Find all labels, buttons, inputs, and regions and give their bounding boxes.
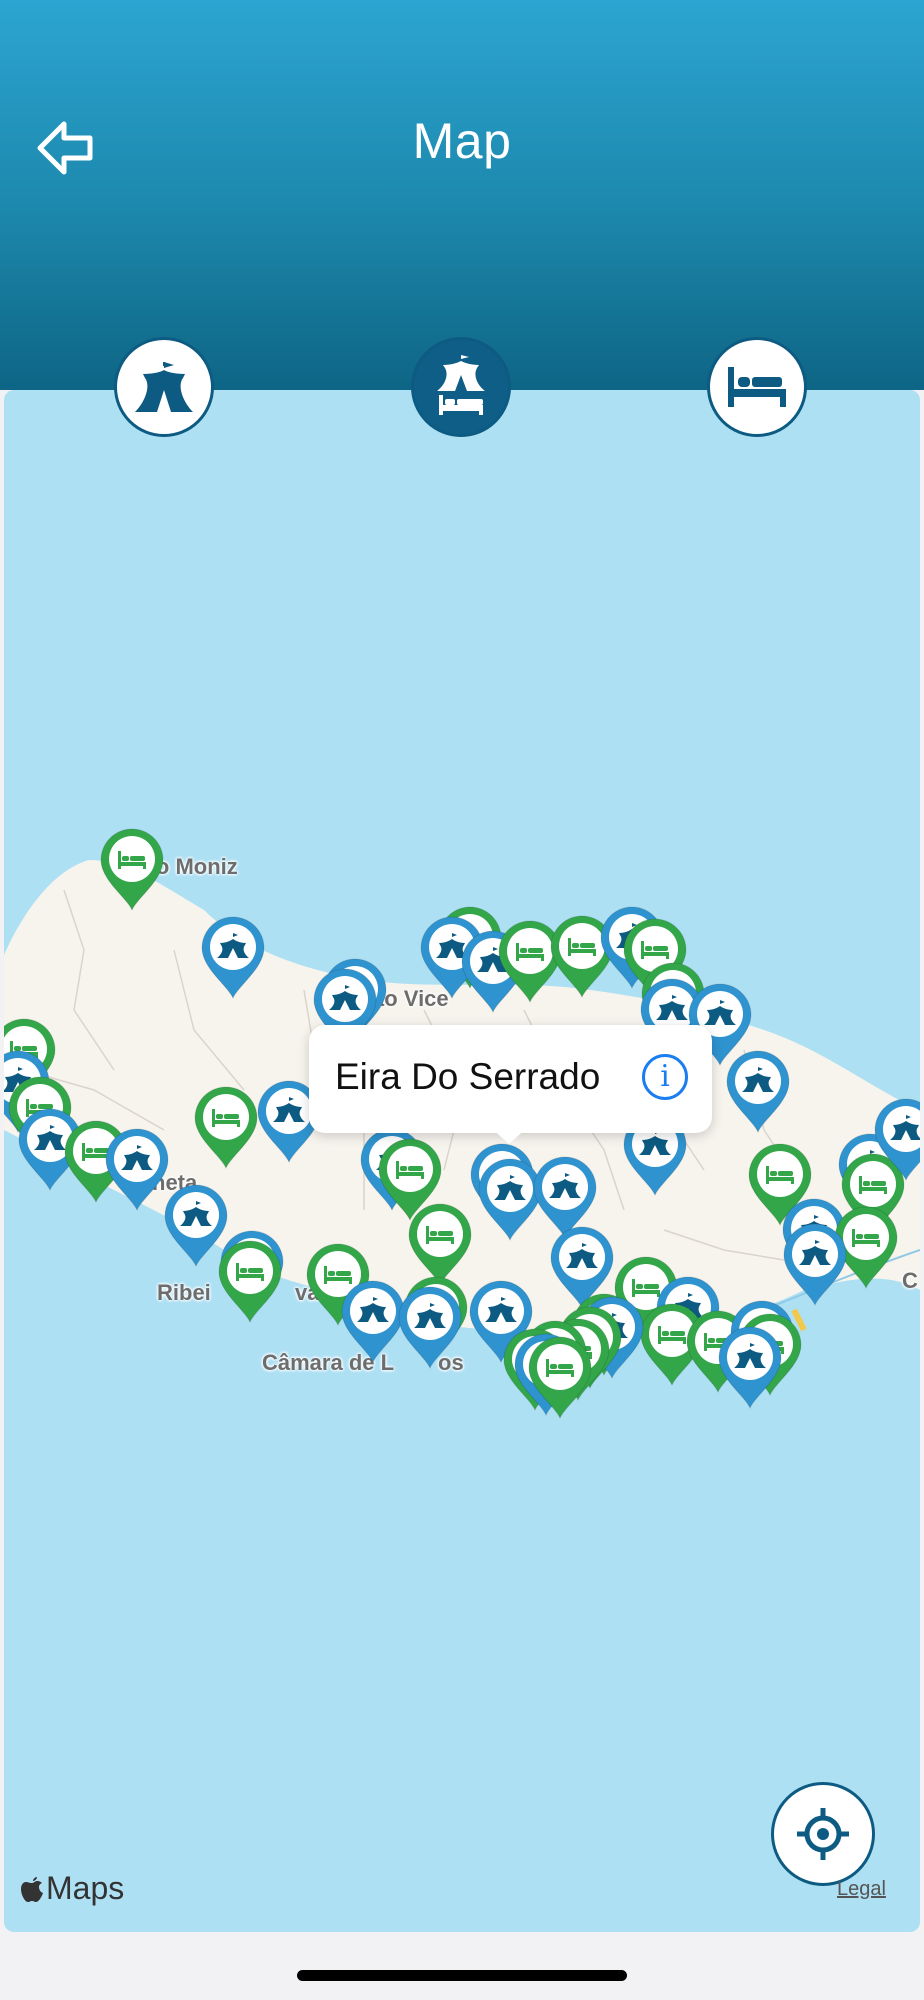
camping-pin[interactable] (104, 1128, 170, 1212)
filter-all-button[interactable] (411, 337, 511, 437)
filter-camping-button[interactable] (114, 337, 214, 437)
callout-title: Eira Do Serrado (335, 1056, 601, 1097)
tent-pin-icon (105, 1128, 169, 1212)
lodging-pin[interactable] (407, 1203, 473, 1287)
maps-attribution: Maps (20, 1870, 124, 1907)
lodging-pin[interactable] (527, 1336, 593, 1420)
map-label: Ribei (157, 1280, 211, 1305)
bed-pin-icon (218, 1240, 282, 1324)
camping-pin[interactable] (725, 1050, 791, 1134)
maps-logo-text: Maps (46, 1870, 125, 1906)
tent-pin-icon (726, 1050, 790, 1134)
map-view[interactable]: rto Moniz ão Vice na heta Ribei va Câmar… (4, 390, 920, 1932)
camping-pin[interactable] (782, 1223, 848, 1307)
camping-pin[interactable] (200, 916, 266, 1000)
filter-lodging-button[interactable] (707, 337, 807, 437)
bed-icon (728, 367, 786, 407)
tent-icon (135, 362, 193, 412)
camping-pin[interactable] (397, 1286, 463, 1370)
bed-pin-icon (194, 1086, 258, 1170)
tent-pin-icon (201, 916, 265, 1000)
tent-pin-icon (398, 1286, 462, 1370)
callout-pointer (489, 1126, 529, 1144)
header-bar: Map (0, 0, 924, 390)
lodging-pin[interactable] (193, 1086, 259, 1170)
legal-link[interactable]: Legal (837, 1878, 886, 1901)
lodging-pin[interactable] (217, 1240, 283, 1324)
locate-me-button[interactable] (771, 1782, 875, 1886)
camping-pin[interactable] (717, 1326, 783, 1410)
apple-logo-icon (21, 1876, 43, 1902)
tent-pin-icon (718, 1326, 782, 1410)
tent-and-bed-icon (437, 355, 485, 415)
map-label: C (902, 1268, 918, 1293)
bed-pin-icon (408, 1203, 472, 1287)
tent-pin-icon (783, 1223, 847, 1307)
bed-pin-icon (528, 1336, 592, 1420)
lodging-pin[interactable] (99, 828, 165, 912)
place-callout[interactable]: Eira Do Serrado i (309, 1025, 712, 1133)
bed-pin-icon (100, 828, 164, 912)
info-icon: i (660, 1059, 670, 1094)
location-crosshair-icon (797, 1808, 849, 1860)
camping-pin[interactable] (873, 1098, 920, 1182)
info-button[interactable]: i (642, 1054, 688, 1100)
home-indicator (297, 1970, 627, 1981)
page-title: Map (412, 113, 512, 169)
tent-pin-icon (874, 1098, 920, 1182)
